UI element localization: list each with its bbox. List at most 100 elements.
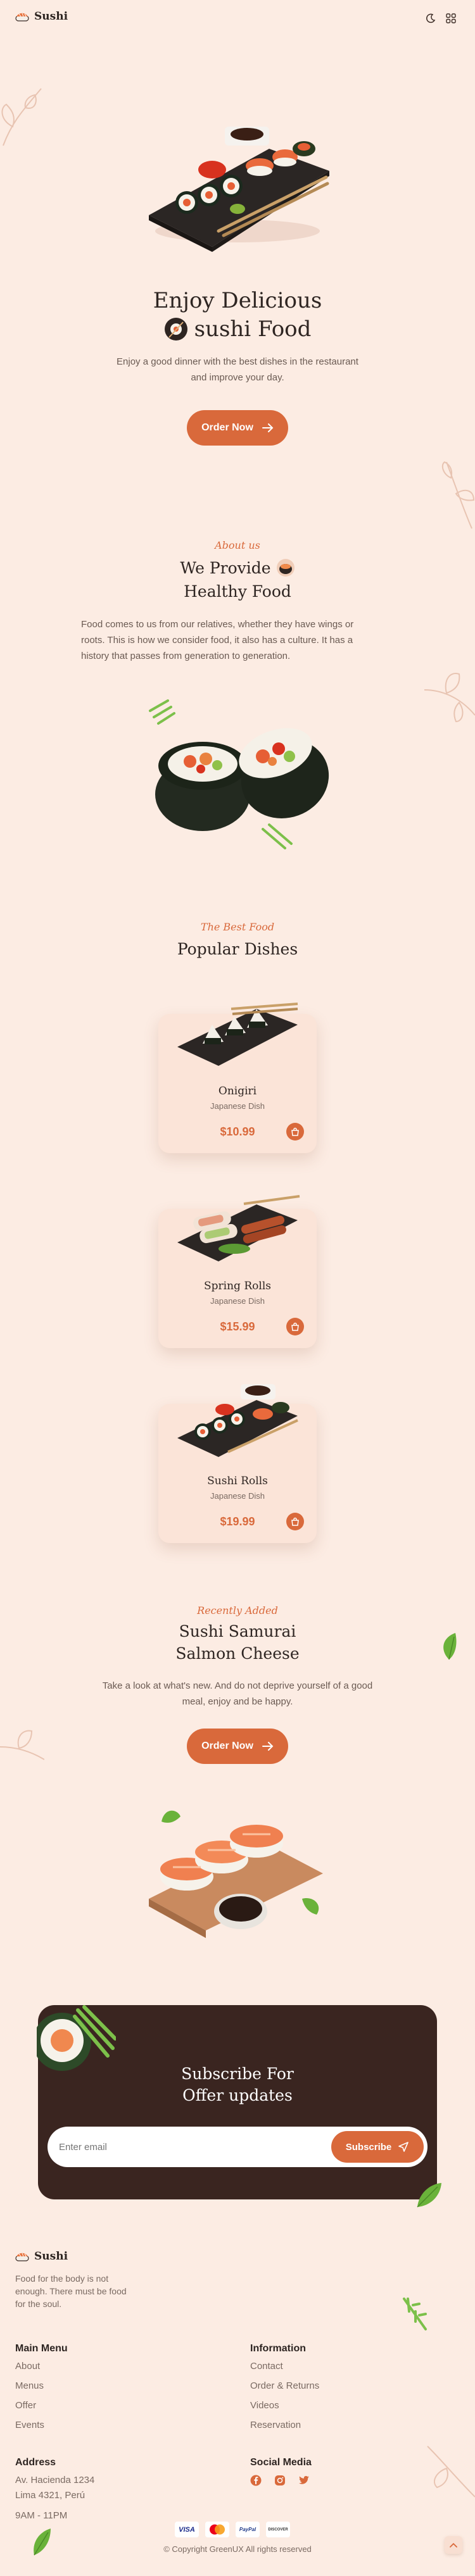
subscribe-title-line2: Offer updates xyxy=(182,2086,293,2104)
paypal-icon: PayPal xyxy=(236,2522,260,2537)
footer-link-reservation[interactable]: Reservation xyxy=(250,2420,301,2430)
hero-title-line2-text: sushi Food xyxy=(194,316,312,342)
footer-link-menus[interactable]: Menus xyxy=(15,2380,44,2391)
dish-category: Japanese Dish xyxy=(210,1296,265,1306)
dish-category: Japanese Dish xyxy=(210,1101,265,1111)
recent-kicker: Recently Added xyxy=(197,1604,278,1616)
sushi-rolls-image xyxy=(177,1384,298,1457)
discover-icon: DISCOVER xyxy=(266,2522,290,2537)
about-text-line2: roots. This is how we consider food, it … xyxy=(81,635,353,646)
add-to-cart-button[interactable] xyxy=(286,1318,304,1335)
about-text-line3: history that passes from generation to g… xyxy=(81,651,291,661)
moon-icon[interactable] xyxy=(426,13,436,23)
dish-name: Sushi Rolls xyxy=(207,1475,268,1487)
recent-text-line1: Take a look at what's new. And do not de… xyxy=(102,1680,373,1691)
dish-card[interactable]: Sushi Rolls Japanese Dish $19.99 xyxy=(158,1384,317,1543)
subscribe-label: Subscribe xyxy=(345,2141,392,2153)
footer-link-contact[interactable]: Contact xyxy=(250,2361,283,2372)
footer-link-about[interactable]: About xyxy=(15,2361,40,2372)
instagram-icon[interactable] xyxy=(274,2475,286,2486)
logo-text: Sushi xyxy=(34,10,68,23)
about-title-line1: We Provide xyxy=(0,558,475,577)
footer-link-videos[interactable]: Videos xyxy=(250,2400,279,2411)
subscribe-panel: Subscribe For Offer updates Subscribe xyxy=(37,2005,437,2199)
sushi-plate-icon xyxy=(164,318,187,341)
footer-link-offer[interactable]: Offer xyxy=(15,2400,36,2411)
maki-rolls-image xyxy=(149,699,329,849)
green-herb-icon xyxy=(403,2298,427,2330)
add-to-cart-button[interactable] xyxy=(286,1513,304,1530)
order-now-label: Order Now xyxy=(201,1741,253,1751)
about-title-line1-text: We Provide xyxy=(180,558,271,577)
decor-leaf-outline-icon xyxy=(0,1730,44,1760)
dish-card[interactable]: Spring Rolls Japanese Dish $15.99 xyxy=(158,1195,317,1348)
chevron-up-icon xyxy=(450,2542,457,2548)
recent-text-line2: meal, enjoy and be happy. xyxy=(182,1696,293,1707)
sushi-logo-icon xyxy=(15,13,29,22)
scroll-to-top-button[interactable] xyxy=(445,2536,462,2554)
information-heading: Information xyxy=(250,2343,306,2354)
shopping-bag-icon xyxy=(291,1517,299,1526)
address-line1: Av. Hacienda 1234 xyxy=(15,2475,95,2485)
arrow-right-icon xyxy=(262,1742,274,1751)
footer-link-order-returns[interactable]: Order & Returns xyxy=(250,2380,319,2391)
about-text-line1: Food comes to us from our relatives, whe… xyxy=(81,619,354,630)
decor-leaf-outline-icon xyxy=(441,461,475,529)
hero-sushi-platter-image xyxy=(149,127,329,252)
about-title-line2: Healthy Food xyxy=(184,582,291,601)
grid-menu-icon[interactable] xyxy=(446,13,456,23)
footer-link-events[interactable]: Events xyxy=(15,2420,44,2430)
header: Sushi xyxy=(0,0,475,38)
hero-description-line2: and improve your day. xyxy=(191,372,284,383)
hero-title-line1: Enjoy Delicious xyxy=(153,288,322,313)
opening-hours: 9AM - 11PM xyxy=(15,2510,68,2521)
recent-title-line1: Sushi Samurai xyxy=(179,1622,296,1641)
twitter-icon[interactable] xyxy=(298,2475,310,2486)
visa-card-icon: VISA xyxy=(175,2522,199,2537)
social-icons xyxy=(250,2475,310,2486)
dish-category: Japanese Dish xyxy=(210,1491,265,1501)
copyright: © Copyright GreenUX All rights reserved xyxy=(163,2544,312,2554)
decor-leaf-outline-icon xyxy=(427,2446,475,2498)
hero-description-line1: Enjoy a good dinner with the best dishes… xyxy=(117,356,358,367)
footer-tagline-line3: for the soul. xyxy=(15,2299,62,2309)
dish-name: Onigiri xyxy=(218,1085,257,1097)
dish-card[interactable]: Onigiri Japanese Dish $10.99 xyxy=(158,1003,317,1153)
footer-logo-text: Sushi xyxy=(34,2250,68,2263)
recent-order-now-button[interactable]: Order Now xyxy=(187,1729,288,1764)
address-heading: Address xyxy=(15,2457,56,2468)
green-leaf-icon xyxy=(417,2183,441,2208)
subscribe-form: Subscribe xyxy=(48,2127,428,2167)
footer-logo[interactable]: Sushi xyxy=(15,2250,68,2263)
address-line2: Lima 4321, Perú xyxy=(15,2490,86,2501)
sushi-logo-icon xyxy=(15,2253,29,2261)
hero-order-now-button[interactable]: Order Now xyxy=(187,410,288,446)
recent-title-line2: Salmon Cheese xyxy=(175,1644,300,1663)
facebook-icon[interactable] xyxy=(250,2475,262,2486)
payment-methods: VISA mastercard PayPal DISCOVER xyxy=(175,2522,290,2537)
subscribe-button[interactable]: Subscribe xyxy=(331,2131,424,2163)
subscribe-title-line1: Subscribe For xyxy=(181,2065,294,2083)
email-input[interactable] xyxy=(59,2135,300,2158)
about-kicker: About us xyxy=(215,539,260,551)
decor-leaf-outline-icon xyxy=(424,673,475,723)
shopping-bag-icon xyxy=(291,1127,299,1136)
footer-tagline-line2: enough. There must be food xyxy=(15,2286,127,2296)
dish-name: Spring Rolls xyxy=(204,1280,271,1292)
sushi-bowl-icon xyxy=(276,559,294,577)
main-menu-heading: Main Menu xyxy=(15,2343,68,2354)
onigiri-image xyxy=(177,1003,298,1066)
shopping-bag-icon xyxy=(291,1322,299,1331)
add-to-cart-button[interactable] xyxy=(286,1123,304,1141)
spring-rolls-image xyxy=(177,1195,300,1261)
send-icon xyxy=(398,2142,409,2152)
arrow-right-icon xyxy=(262,423,274,432)
footer-tagline-line1: Food for the body is not xyxy=(15,2273,109,2284)
mastercard-icon: mastercard xyxy=(205,2522,229,2537)
logo[interactable]: Sushi xyxy=(15,10,68,23)
mastercard-circles xyxy=(210,2524,225,2535)
popular-kicker: The Best Food xyxy=(200,921,275,933)
popular-title: Popular Dishes xyxy=(177,940,298,958)
hero-title-line2: sushi Food xyxy=(0,316,475,342)
decor-leaf-outline-icon xyxy=(1,88,42,146)
